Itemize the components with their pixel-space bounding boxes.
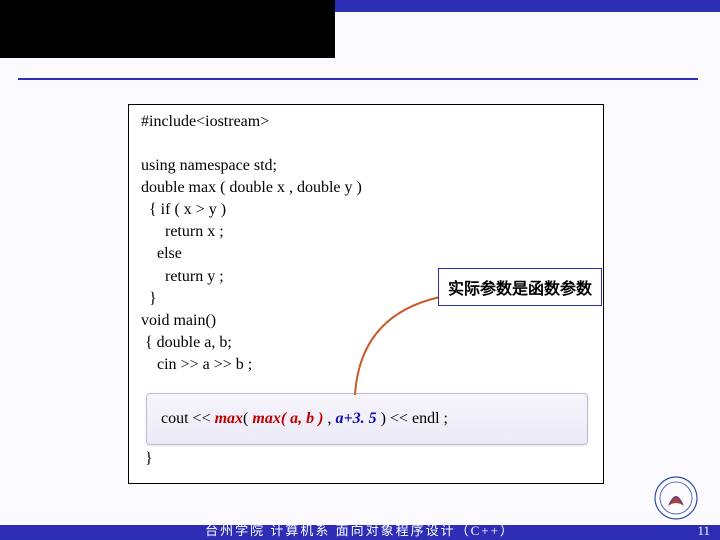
code-line: else <box>141 243 591 265</box>
hl-text: cout << max( max( a, b ) , a+3. 5 ) << e… <box>161 410 448 428</box>
annotation-text: 实际参数是函数参数 <box>448 281 592 298</box>
code-line: #include<iostream> <box>141 111 591 133</box>
page-number: 11 <box>697 523 710 539</box>
hl-open: ( <box>243 410 252 427</box>
header-black-box <box>0 0 335 58</box>
code-line: { double a, b; <box>141 332 591 354</box>
hl-prefix: cout << <box>161 410 215 427</box>
hl-comma: , <box>323 410 335 427</box>
code-line: double max ( double x , double y ) <box>141 177 591 199</box>
highlighted-code-box: cout << max( max( a, b ) , a+3. 5 ) << e… <box>146 393 588 445</box>
hl-max-outer: max <box>215 410 243 427</box>
hl-inner-call: max( a, b ) <box>252 410 323 427</box>
code-line: cin >> a >> b ; <box>141 354 591 376</box>
code-line: { if ( x > y ) <box>141 199 591 221</box>
hl-close: ) <box>377 410 386 427</box>
code-line: using namespace std; <box>141 155 591 177</box>
code-line: } <box>141 448 591 470</box>
code-line: void main() <box>141 310 591 332</box>
code-line-blank <box>141 133 591 155</box>
footer-text: 台州学院 计算机系 面向对象程序设计（C++） <box>0 520 720 539</box>
university-logo <box>654 476 698 520</box>
code-line: return x ; <box>141 221 591 243</box>
hl-suffix: << endl ; <box>386 410 448 427</box>
annotation-callout: 实际参数是函数参数 <box>438 268 602 306</box>
hl-arg2: a+3. 5 <box>335 410 376 427</box>
horizontal-rule <box>18 78 698 80</box>
